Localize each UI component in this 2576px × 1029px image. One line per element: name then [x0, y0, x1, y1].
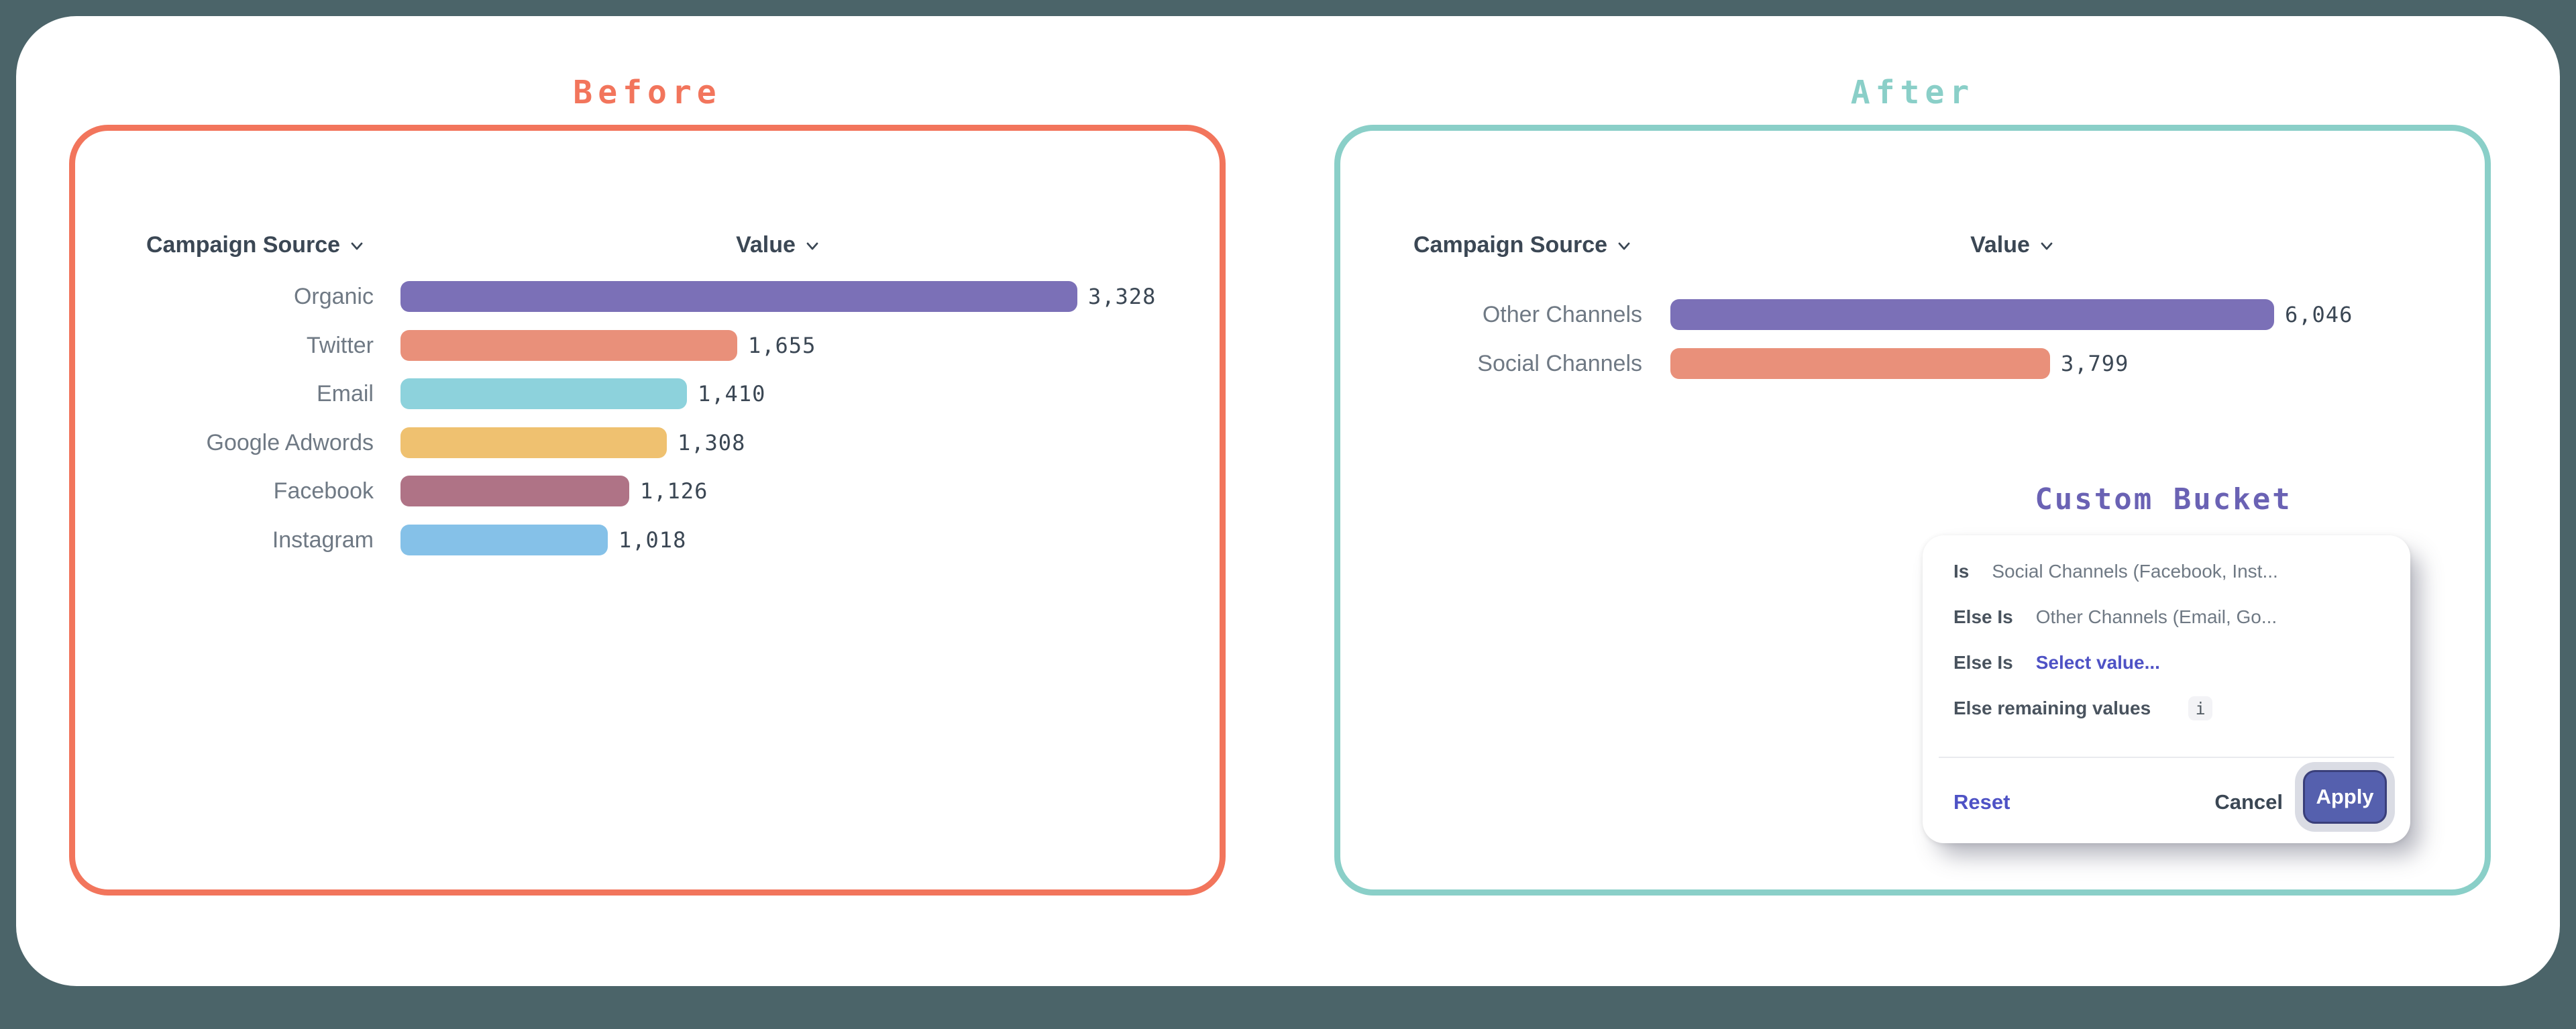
row-value: 1,126 — [640, 478, 708, 504]
row-label: Other Channels — [1413, 302, 1642, 328]
row-label: Instagram — [146, 527, 374, 553]
row-value: 1,018 — [619, 527, 686, 553]
table-row: Social Channels 3,799 — [1413, 343, 2129, 384]
chevron-down-icon — [1616, 238, 1632, 254]
table-row: Facebook 1,126 — [146, 470, 708, 512]
value-bar[interactable] — [400, 330, 737, 361]
row-value: 6,046 — [2285, 302, 2353, 327]
row-label: Facebook — [146, 478, 374, 504]
table-row: Google Adwords 1,308 — [146, 422, 745, 464]
row-label: Google Adwords — [146, 430, 374, 456]
row-label: Organic — [146, 284, 374, 310]
row-value: 3,799 — [2061, 351, 2129, 376]
rule-value[interactable]: Select value... — [2036, 652, 2160, 673]
value-bar[interactable] — [400, 378, 687, 409]
after-title: After — [1678, 71, 2147, 114]
before-column-header-campaign-source[interactable]: Campaign Source — [146, 229, 365, 260]
value-bar[interactable] — [400, 281, 1077, 312]
table-row: Other Channels 6,046 — [1413, 294, 2353, 335]
row-value: 1,308 — [678, 430, 745, 455]
before-column-header-value[interactable]: Value — [681, 229, 875, 260]
bucket-rule-row: Else Is Other Channels (Email, Go... — [1953, 594, 2390, 640]
chevron-down-icon — [804, 238, 820, 254]
row-value: 1,655 — [748, 333, 816, 358]
reset-button[interactable]: Reset — [1953, 790, 2010, 814]
bucket-rule-row: Is Social Channels (Facebook, Inst... — [1953, 549, 2390, 594]
column-header-label: Value — [736, 232, 796, 258]
value-bar[interactable] — [400, 476, 629, 506]
info-icon[interactable]: i — [2188, 696, 2212, 720]
rule-value[interactable]: Other Channels (Email, Go... — [2036, 606, 2277, 628]
after-column-header-campaign-source[interactable]: Campaign Source — [1413, 229, 1632, 260]
bucket-rule-row: Else remaining values i — [1953, 686, 2390, 731]
row-label: Email — [146, 381, 374, 407]
table-row: Organic 3,328 — [146, 276, 1156, 317]
row-value: 1,410 — [698, 381, 765, 407]
table-row: Instagram 1,018 — [146, 519, 686, 561]
custom-bucket-dialog: Is Social Channels (Facebook, Inst... El… — [1923, 535, 2410, 843]
rule-value[interactable]: Social Channels (Facebook, Inst... — [1992, 561, 2277, 582]
bucket-rules-list: Is Social Channels (Facebook, Inst... El… — [1953, 549, 2390, 731]
dialog-divider — [1939, 757, 2394, 758]
rule-keyword: Else remaining values — [1953, 698, 2151, 719]
row-label: Twitter — [146, 333, 374, 359]
value-bar[interactable] — [1670, 348, 2050, 379]
chevron-down-icon — [2039, 238, 2055, 254]
rule-keyword: Is — [1953, 561, 1969, 582]
column-header-label: Campaign Source — [1413, 232, 1607, 258]
value-bar[interactable] — [400, 427, 667, 458]
value-bar[interactable] — [400, 525, 608, 555]
bucket-rule-row: Else Is Select value... — [1953, 640, 2390, 686]
row-label: Social Channels — [1413, 351, 1642, 377]
row-value: 3,328 — [1088, 284, 1156, 309]
before-title: Before — [413, 71, 882, 114]
table-row: Email 1,410 — [146, 373, 765, 415]
custom-bucket-title: Custom Bucket — [1962, 480, 2365, 519]
column-header-label: Value — [1970, 232, 2030, 258]
table-row: Twitter 1,655 — [146, 325, 816, 366]
chevron-down-icon — [349, 238, 365, 254]
column-header-label: Campaign Source — [146, 232, 340, 258]
rule-keyword: Else Is — [1953, 652, 2013, 673]
apply-button[interactable]: Apply — [2303, 770, 2387, 824]
value-bar[interactable] — [1670, 299, 2274, 330]
cancel-button[interactable]: Cancel — [2214, 790, 2283, 814]
after-column-header-value[interactable]: Value — [1915, 229, 2110, 260]
rule-keyword: Else Is — [1953, 606, 2013, 628]
